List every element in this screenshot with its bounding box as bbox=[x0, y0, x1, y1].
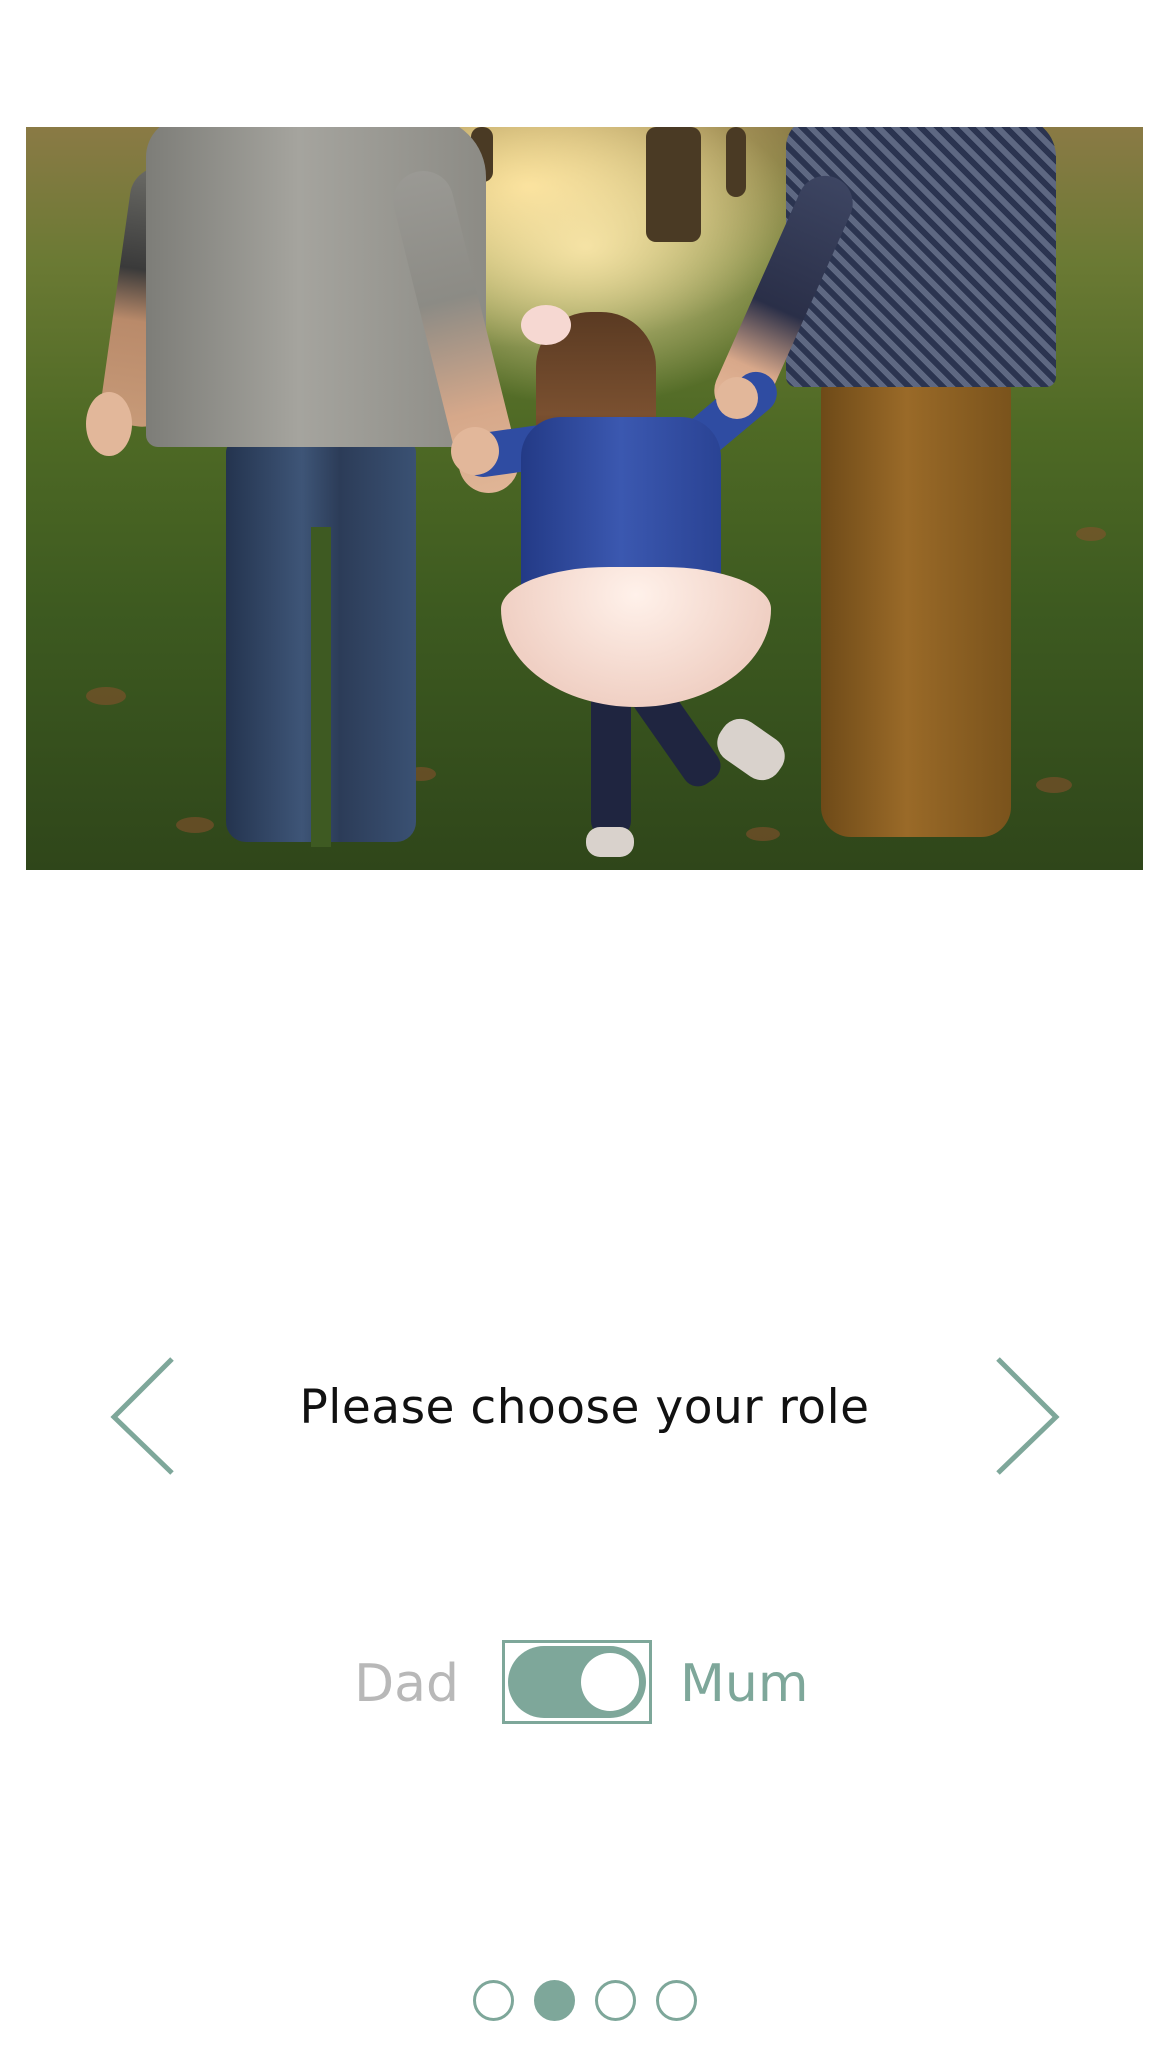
chevron-right-icon bbox=[996, 1357, 1060, 1475]
page-indicator bbox=[0, 1980, 1169, 2024]
right-adult-legs bbox=[821, 377, 1011, 837]
left-adult-leg-gap bbox=[311, 527, 331, 847]
page-dot-1[interactable] bbox=[472, 1980, 514, 2021]
fallen-leaf bbox=[1076, 527, 1106, 541]
child-shoe bbox=[586, 827, 634, 857]
dad-label[interactable]: Dad bbox=[354, 1654, 459, 1714]
held-hands bbox=[451, 427, 499, 475]
child-shoe bbox=[709, 710, 793, 789]
fallen-leaf bbox=[176, 817, 214, 833]
hero-photo bbox=[26, 127, 1143, 870]
page-dot-2-active[interactable] bbox=[533, 1980, 575, 2021]
role-prompt: Please choose your role bbox=[299, 1380, 870, 1435]
fallen-leaf bbox=[746, 827, 780, 841]
background-tree-trunk bbox=[726, 127, 746, 197]
role-toggle-switch[interactable] bbox=[502, 1640, 652, 1724]
toggle-knob bbox=[581, 1653, 639, 1711]
previous-button[interactable] bbox=[100, 1355, 180, 1475]
next-button[interactable] bbox=[990, 1355, 1070, 1475]
fallen-leaf bbox=[86, 687, 126, 705]
page-dot-3[interactable] bbox=[594, 1980, 636, 2021]
child-tutu-skirt bbox=[501, 567, 771, 707]
page-dot-4[interactable] bbox=[655, 1980, 697, 2021]
background-tree-trunk bbox=[646, 127, 701, 242]
child-leg bbox=[591, 687, 631, 837]
held-hands bbox=[716, 377, 758, 419]
left-adult-hand bbox=[86, 392, 132, 456]
chevron-left-icon bbox=[110, 1357, 174, 1475]
child-hair-bow bbox=[521, 305, 571, 345]
fallen-leaf bbox=[1036, 777, 1072, 793]
role-selector: Dad Mum bbox=[0, 1640, 1169, 1730]
mum-label[interactable]: Mum bbox=[680, 1654, 808, 1714]
